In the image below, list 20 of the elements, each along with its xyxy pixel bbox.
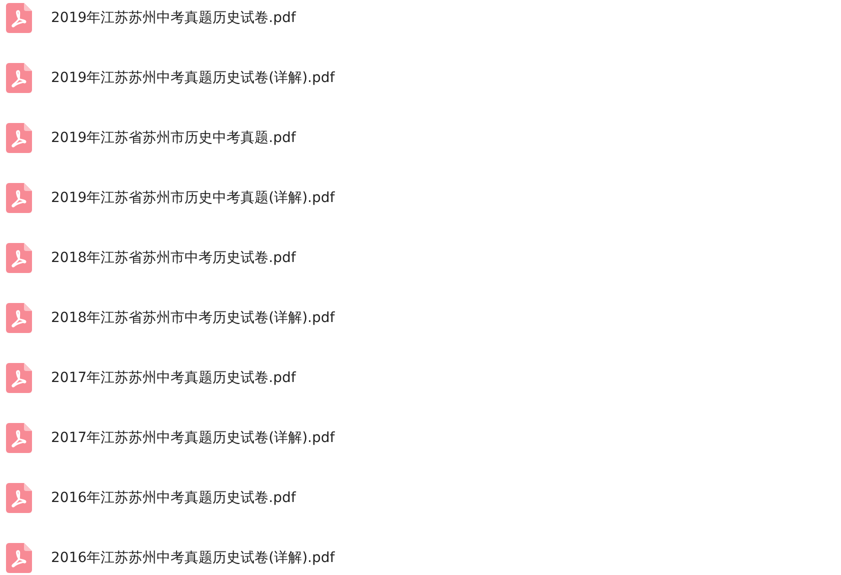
file-name[interactable]: 2017年江苏苏州中考真题历史试卷(详解).pdf xyxy=(51,428,335,448)
pdf-file-icon xyxy=(6,423,32,453)
file-name[interactable]: 2019年江苏省苏州市历史中考真题(详解).pdf xyxy=(51,188,335,208)
pdf-file-icon xyxy=(6,63,32,93)
file-name[interactable]: 2018年江苏省苏州市中考历史试卷.pdf xyxy=(51,248,296,268)
pdf-file-icon xyxy=(6,123,32,153)
file-name[interactable]: 2019年江苏省苏州市历史中考真题.pdf xyxy=(51,128,296,148)
file-name[interactable]: 2016年江苏苏州中考真题历史试卷(详解).pdf xyxy=(51,548,335,568)
pdf-file-icon xyxy=(6,483,32,513)
pdf-file-icon xyxy=(6,3,32,33)
pdf-file-icon xyxy=(6,303,32,333)
file-name[interactable]: 2017年江苏苏州中考真题历史试卷.pdf xyxy=(51,368,296,388)
file-name[interactable]: 2018年江苏省苏州市中考历史试卷(详解).pdf xyxy=(51,308,335,328)
pdf-file-icon xyxy=(6,363,32,393)
file-name[interactable]: 2019年江苏苏州中考真题历史试卷.pdf xyxy=(51,8,296,28)
pdf-file-icon xyxy=(6,183,32,213)
file-name[interactable]: 2016年江苏苏州中考真题历史试卷.pdf xyxy=(51,488,296,508)
file-name[interactable]: 2019年江苏苏州中考真题历史试卷(详解).pdf xyxy=(51,68,335,88)
pdf-file-icon xyxy=(6,243,32,273)
pdf-file-icon xyxy=(6,543,32,573)
